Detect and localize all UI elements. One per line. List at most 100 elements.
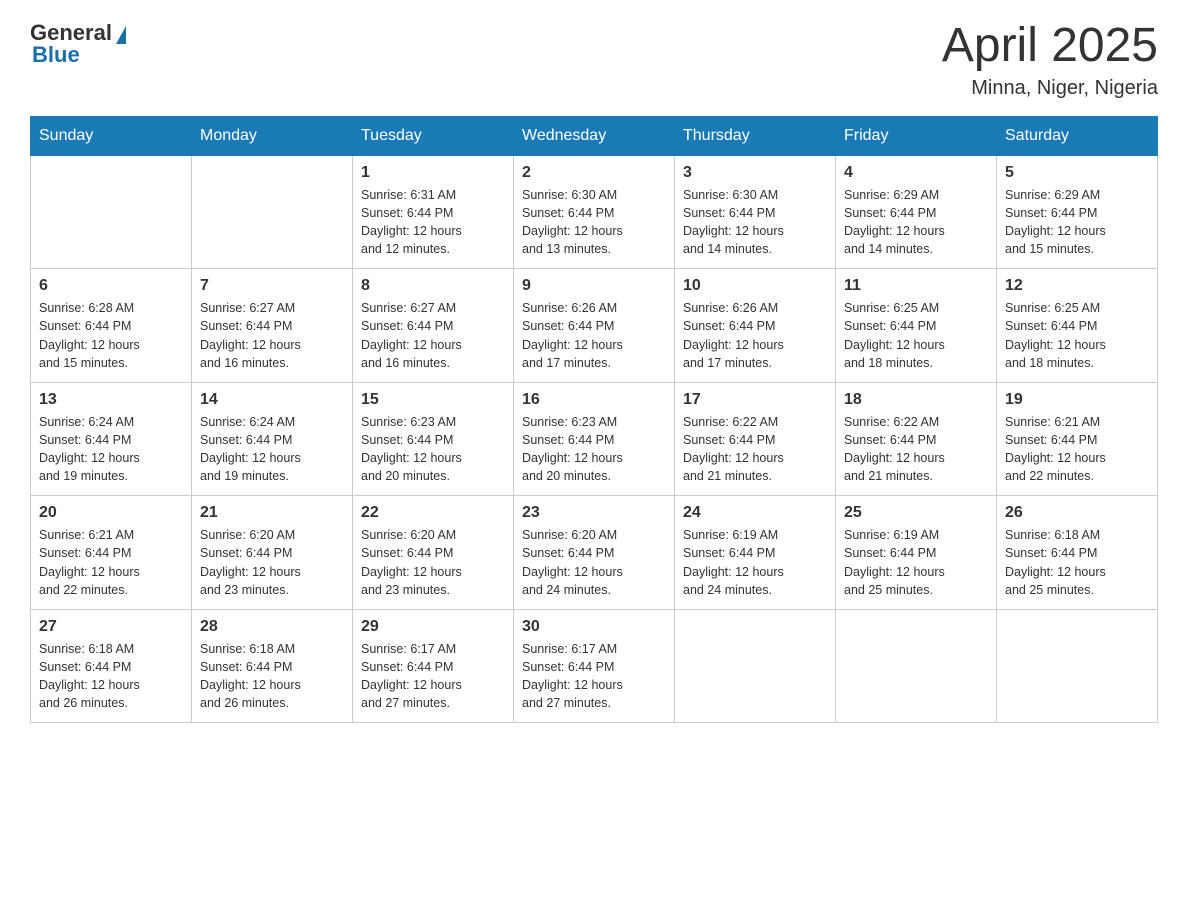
day-number: 19 — [1005, 391, 1149, 409]
day-number: 28 — [200, 618, 344, 636]
calendar-cell: 17Sunrise: 6:22 AMSunset: 6:44 PMDayligh… — [675, 382, 836, 496]
calendar-cell: 22 Sunrise: 6:20 AMSunset: 6:44 PMDayligh… — [353, 496, 514, 610]
day-number: 3 — [683, 164, 827, 182]
day-number: 21 — [200, 504, 344, 522]
header-cell-thursday: Thursday — [675, 116, 836, 155]
day-info: Sunrise: 6:22 AMSunset: 6:44 PMDaylight:… — [844, 413, 988, 486]
page-header: General Blue April 2025 Minna, Niger, Ni… — [30, 20, 1158, 100]
day-number: 20 — [39, 504, 183, 522]
day-info: Sunrise: 6:21 AMSunset: 6:44 PMDaylight:… — [1005, 413, 1149, 486]
day-number: 15 — [361, 391, 505, 409]
calendar-cell: 7 Sunrise: 6:27 AMSunset: 6:44 PMDaylight… — [192, 269, 353, 383]
day-number: 26 — [1005, 504, 1149, 522]
calendar-cell: 9Sunrise: 6:26 AMSunset: 6:44 PMDaylight… — [514, 269, 675, 383]
logo-triangle-icon — [116, 26, 126, 44]
calendar-week-row: 1 Sunrise: 6:31 AMSunset: 6:44 PMDaylight… — [31, 155, 1158, 269]
day-info: Sunrise: 6:20 AMSunset: 6:44 PMDaylight:… — [200, 526, 344, 599]
calendar-cell: 29 Sunrise: 6:17 AMSunset: 6:44 PMDayligh… — [353, 609, 514, 723]
calendar-header: SundayMondayTuesdayWednesdayThursdayFrid… — [31, 116, 1158, 155]
day-info: Sunrise: 6:20 AMSunset: 6:44 PMDaylight:… — [522, 526, 666, 599]
calendar-cell: 12Sunrise: 6:25 AMSunset: 6:44 PMDayligh… — [997, 269, 1158, 383]
calendar-cell: 5 Sunrise: 6:29 AMSunset: 6:44 PMDaylight… — [997, 155, 1158, 269]
day-info: Sunrise: 6:30 AMSunset: 6:44 PMDaylight:… — [683, 186, 827, 259]
day-number: 22 — [361, 504, 505, 522]
day-info: Sunrise: 6:20 AMSunset: 6:44 PMDaylight:… — [361, 526, 505, 599]
calendar-cell: 6 Sunrise: 6:28 AMSunset: 6:44 PMDaylight… — [31, 269, 192, 383]
calendar-cell: 19 Sunrise: 6:21 AMSunset: 6:44 PMDayligh… — [997, 382, 1158, 496]
day-info: Sunrise: 6:31 AMSunset: 6:44 PMDaylight:… — [361, 186, 505, 259]
header-cell-monday: Monday — [192, 116, 353, 155]
day-info: Sunrise: 6:23 AMSunset: 6:44 PMDaylight:… — [361, 413, 505, 486]
day-info: Sunrise: 6:29 AMSunset: 6:44 PMDaylight:… — [1005, 186, 1149, 259]
day-number: 4 — [844, 164, 988, 182]
day-number: 5 — [1005, 164, 1149, 182]
day-info: Sunrise: 6:26 AMSunset: 6:44 PMDaylight:… — [683, 299, 827, 372]
day-info: Sunrise: 6:27 AMSunset: 6:44 PMDaylight:… — [200, 299, 344, 372]
day-number: 11 — [844, 277, 988, 295]
header-cell-tuesday: Tuesday — [353, 116, 514, 155]
day-number: 18 — [844, 391, 988, 409]
calendar-cell: 1 Sunrise: 6:31 AMSunset: 6:44 PMDaylight… — [353, 155, 514, 269]
calendar-cell: 23 Sunrise: 6:20 AMSunset: 6:44 PMDayligh… — [514, 496, 675, 610]
calendar-week-row: 27Sunrise: 6:18 AMSunset: 6:44 PMDayligh… — [31, 609, 1158, 723]
day-info: Sunrise: 6:23 AMSunset: 6:44 PMDaylight:… — [522, 413, 666, 486]
calendar-cell: 27Sunrise: 6:18 AMSunset: 6:44 PMDayligh… — [31, 609, 192, 723]
day-info: Sunrise: 6:24 AMSunset: 6:44 PMDaylight:… — [39, 413, 183, 486]
calendar-cell: 13 Sunrise: 6:24 AMSunset: 6:44 PMDayligh… — [31, 382, 192, 496]
day-info: Sunrise: 6:25 AMSunset: 6:44 PMDaylight:… — [844, 299, 988, 372]
day-number: 14 — [200, 391, 344, 409]
logo: General Blue — [30, 20, 126, 68]
calendar-cell: 24Sunrise: 6:19 AMSunset: 6:44 PMDayligh… — [675, 496, 836, 610]
calendar-cell: 16Sunrise: 6:23 AMSunset: 6:44 PMDayligh… — [514, 382, 675, 496]
calendar-cell: 18 Sunrise: 6:22 AMSunset: 6:44 PMDayligh… — [836, 382, 997, 496]
title-area: April 2025 Minna, Niger, Nigeria — [942, 20, 1158, 100]
day-number: 24 — [683, 504, 827, 522]
header-cell-saturday: Saturday — [997, 116, 1158, 155]
location-title: Minna, Niger, Nigeria — [942, 77, 1158, 100]
day-info: Sunrise: 6:21 AMSunset: 6:44 PMDaylight:… — [39, 526, 183, 599]
calendar-cell: 25 Sunrise: 6:19 AMSunset: 6:44 PMDayligh… — [836, 496, 997, 610]
day-info: Sunrise: 6:18 AMSunset: 6:44 PMDaylight:… — [1005, 526, 1149, 599]
day-number: 7 — [200, 277, 344, 295]
day-number: 25 — [844, 504, 988, 522]
day-number: 29 — [361, 618, 505, 636]
day-info: Sunrise: 6:17 AMSunset: 6:44 PMDaylight:… — [361, 640, 505, 713]
calendar-cell: 21 Sunrise: 6:20 AMSunset: 6:44 PMDayligh… — [192, 496, 353, 610]
calendar-cell — [997, 609, 1158, 723]
day-number: 23 — [522, 504, 666, 522]
day-info: Sunrise: 6:17 AMSunset: 6:44 PMDaylight:… — [522, 640, 666, 713]
logo-blue-text: Blue — [32, 42, 80, 68]
calendar-cell — [31, 155, 192, 269]
day-info: Sunrise: 6:26 AMSunset: 6:44 PMDaylight:… — [522, 299, 666, 372]
calendar-cell: 8 Sunrise: 6:27 AMSunset: 6:44 PMDaylight… — [353, 269, 514, 383]
day-number: 2 — [522, 164, 666, 182]
header-row: SundayMondayTuesdayWednesdayThursdayFrid… — [31, 116, 1158, 155]
day-number: 1 — [361, 164, 505, 182]
day-info: Sunrise: 6:19 AMSunset: 6:44 PMDaylight:… — [844, 526, 988, 599]
calendar-cell: 26 Sunrise: 6:18 AMSunset: 6:44 PMDayligh… — [997, 496, 1158, 610]
day-info: Sunrise: 6:27 AMSunset: 6:44 PMDaylight:… — [361, 299, 505, 372]
day-number: 13 — [39, 391, 183, 409]
calendar-cell: 11 Sunrise: 6:25 AMSunset: 6:44 PMDayligh… — [836, 269, 997, 383]
day-info: Sunrise: 6:18 AMSunset: 6:44 PMDaylight:… — [39, 640, 183, 713]
day-number: 10 — [683, 277, 827, 295]
day-info: Sunrise: 6:28 AMSunset: 6:44 PMDaylight:… — [39, 299, 183, 372]
calendar-week-row: 6 Sunrise: 6:28 AMSunset: 6:44 PMDaylight… — [31, 269, 1158, 383]
calendar-cell — [836, 609, 997, 723]
day-number: 30 — [522, 618, 666, 636]
calendar-cell: 14 Sunrise: 6:24 AMSunset: 6:44 PMDayligh… — [192, 382, 353, 496]
header-cell-wednesday: Wednesday — [514, 116, 675, 155]
calendar-week-row: 20 Sunrise: 6:21 AMSunset: 6:44 PMDayligh… — [31, 496, 1158, 610]
calendar-cell: 4 Sunrise: 6:29 AMSunset: 6:44 PMDaylight… — [836, 155, 997, 269]
day-number: 6 — [39, 277, 183, 295]
calendar-week-row: 13 Sunrise: 6:24 AMSunset: 6:44 PMDayligh… — [31, 382, 1158, 496]
day-info: Sunrise: 6:18 AMSunset: 6:44 PMDaylight:… — [200, 640, 344, 713]
day-info: Sunrise: 6:24 AMSunset: 6:44 PMDaylight:… — [200, 413, 344, 486]
header-cell-sunday: Sunday — [31, 116, 192, 155]
day-number: 8 — [361, 277, 505, 295]
calendar-cell: 2Sunrise: 6:30 AMSunset: 6:44 PMDaylight… — [514, 155, 675, 269]
calendar-cell: 30 Sunrise: 6:17 AMSunset: 6:44 PMDayligh… — [514, 609, 675, 723]
day-number: 17 — [683, 391, 827, 409]
day-info: Sunrise: 6:29 AMSunset: 6:44 PMDaylight:… — [844, 186, 988, 259]
day-info: Sunrise: 6:25 AMSunset: 6:44 PMDaylight:… — [1005, 299, 1149, 372]
